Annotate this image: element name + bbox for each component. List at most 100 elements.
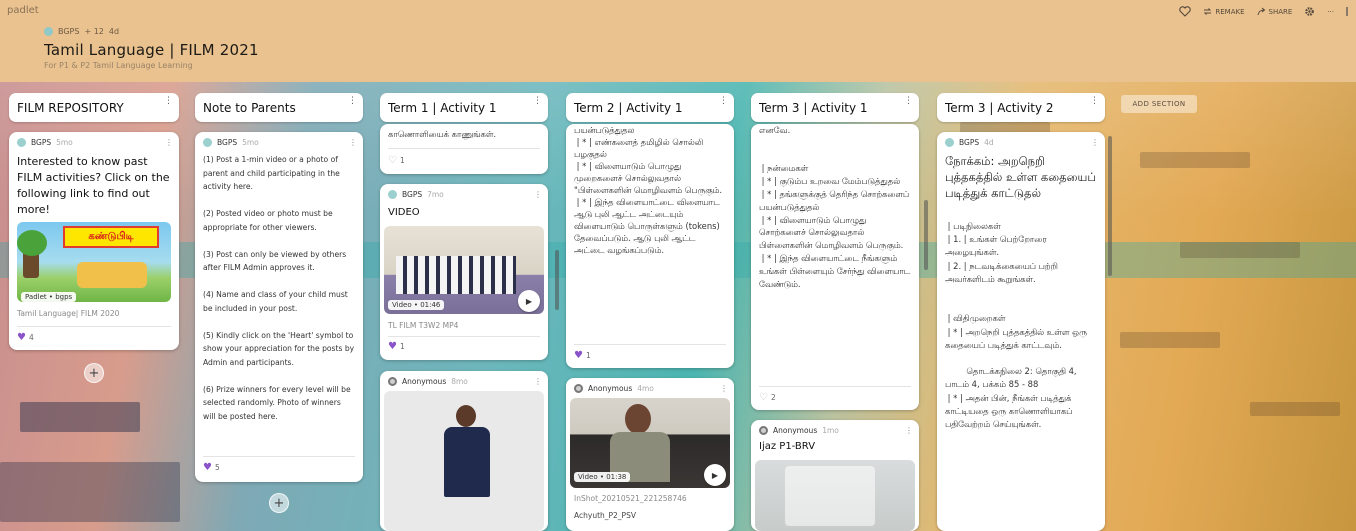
add-section-button[interactable]: ADD SECTION [1121,95,1197,113]
like-count: 1 [399,156,405,165]
share-button[interactable]: SHARE [1257,7,1292,16]
link-banner: கண்டுபிடி [63,226,159,248]
section-menu-icon[interactable]: ⋮ [1090,97,1099,106]
remake-icon [1204,8,1212,15]
section-title: Term 3 | Activity 2 [945,100,1054,115]
students-group [396,256,516,294]
author-name: BGPS [31,138,52,147]
wall-texture [0,462,180,522]
post-menu-icon[interactable]: ⋮ [1091,138,1099,147]
like-button[interactable]: ♡ 2 [759,392,776,403]
author-name: BGPS [217,138,238,147]
heart-icon: ♡ [388,155,397,166]
wall-texture [1140,152,1250,168]
section-scrollbar[interactable] [555,250,559,310]
post-heading: VIDEO [388,207,420,218]
post-card[interactable]: BGPS 7mo ⋮ VIDEO Video • 01:46 ▶ TL FILM… [380,184,548,360]
section-header-term3-activity2[interactable]: Term 3 | Activity 2 ⋮ [937,93,1105,122]
post-card[interactable]: BGPS 5mo ⋮ Interested to know past FILM … [9,132,179,350]
like-button[interactable]: ♥ 4 [17,332,34,343]
post-menu-icon[interactable]: ⋮ [165,138,173,147]
post-menu-icon[interactable]: ⋮ [905,426,913,435]
post-menu-icon[interactable]: ⋮ [349,138,357,147]
author-name: Anonymous [588,384,633,393]
video-thumbnail[interactable]: Video • 01:38 ▶ [570,398,730,488]
author-avatar [44,27,53,36]
section-header-term2-activity1[interactable]: Term 2 | Activity 1 ⋮ [566,93,734,122]
post-heading: நோக்கம்: அறநெறி புத்தகத்தில் உள்ள கதையைப… [945,154,1096,200]
like-button[interactable]: ♥ 1 [574,350,591,361]
child-head [456,405,476,427]
section-scrollbar[interactable] [924,200,928,270]
divider [203,456,355,457]
post-card[interactable]: எனவே. | நன்மைகள் | * | குடும்ப உறவை மேம்… [751,124,919,410]
post-age: 5mo [56,138,73,147]
post-author: BGPS 5mo [17,138,73,147]
photo-subject [785,466,875,526]
avatar [388,190,397,199]
post-card[interactable]: BGPS 4d ⋮ நோக்கம்: அறநெறி புத்தகத்தில் உ… [937,132,1105,531]
like-button[interactable]: ♡ 1 [388,155,405,166]
like-count: 1 [585,351,591,360]
post-age: 8mo [451,377,468,386]
remake-button[interactable]: REMAKE [1203,7,1245,16]
post-body: Interested to know past FILM activities?… [17,155,174,216]
add-post-button[interactable]: + [269,493,289,513]
post-author: Anonymous 8mo [388,377,468,386]
heart-icon[interactable] [1179,6,1192,17]
section-menu-icon[interactable]: ⋮ [533,97,542,106]
more-options-icon[interactable]: ··· [1327,8,1334,16]
author-name: Anonymous [773,426,818,435]
play-icon[interactable]: ▶ [518,290,540,312]
heart-icon: ♥ [17,332,26,343]
section-header-term1-activity1[interactable]: Term 1 | Activity 1 ⋮ [380,93,548,122]
section-title: Term 1 | Activity 1 [388,100,497,115]
post-menu-icon[interactable]: ⋮ [720,384,728,393]
post-card[interactable]: BGPS 5mo ⋮ (1) Post a 1-min video or a p… [195,132,363,482]
play-icon[interactable]: ▶ [704,464,726,486]
section-header-term3-activity1[interactable]: Term 3 | Activity 1 ⋮ [751,93,919,122]
section-menu-icon[interactable]: ⋮ [164,97,173,106]
divider [388,336,540,337]
section-menu-icon[interactable]: ⋮ [904,97,913,106]
like-count: 5 [214,463,220,472]
padlet-logo[interactable]: padlet [7,5,39,16]
avatar [759,426,768,435]
avatar [203,138,212,147]
section-menu-icon[interactable]: ⋮ [719,97,728,106]
post-menu-icon[interactable]: ⋮ [534,377,542,386]
post-menu-icon[interactable]: ⋮ [534,190,542,199]
avatar [388,377,397,386]
gear-icon[interactable] [1304,6,1315,17]
section-header-film-repository[interactable]: FILM REPOSITORY ⋮ [9,93,179,122]
video-caption: InShot_20210521_221258746 [574,494,687,503]
post-heading: Ijaz P1-BRV [759,441,816,452]
post-card[interactable]: பயன்படுத்துதல | * | எண்களைத் தமிழில் சொல… [566,124,734,368]
author-name: Anonymous [402,377,447,386]
child-body [444,427,490,497]
post-card[interactable]: Anonymous 1mo ⋮ Ijaz P1-BRV [751,420,919,531]
add-post-button[interactable]: + [84,363,104,383]
section-title: Term 3 | Activity 1 [759,100,868,115]
video-thumbnail[interactable]: Video • 01:46 ▶ [384,226,544,314]
post-author: Anonymous 4mo [574,384,654,393]
like-count: 4 [28,333,34,342]
board-age: 4d [108,27,120,36]
section-scrollbar[interactable] [1108,136,1112,276]
section-header-note-to-parents[interactable]: Note to Parents ⋮ [195,93,363,122]
post-card[interactable]: Anonymous 8mo ⋮ [380,371,548,531]
heart-icon: ♥ [574,350,583,361]
like-count: 2 [770,393,776,402]
section-title: Note to Parents [203,100,296,115]
avatar [574,384,583,393]
link-preview-image[interactable]: கண்டுபிடி Padlet • bgps [17,222,171,302]
photo-thumbnail[interactable] [755,460,915,531]
post-age: 4mo [637,384,654,393]
post-card[interactable]: காணொளியைக் காணுங்கள். ♡ 1 [380,124,548,174]
post-card[interactable]: Anonymous 4mo ⋮ Video • 01:38 ▶ InShot_2… [566,378,734,531]
like-button[interactable]: ♥ 1 [388,341,405,352]
post-body: (1) Post a 1-min video or a photo of par… [203,155,355,421]
section-menu-icon[interactable]: ⋮ [348,97,357,106]
like-button[interactable]: ♥ 5 [203,462,220,473]
photo-thumbnail[interactable] [384,391,544,531]
